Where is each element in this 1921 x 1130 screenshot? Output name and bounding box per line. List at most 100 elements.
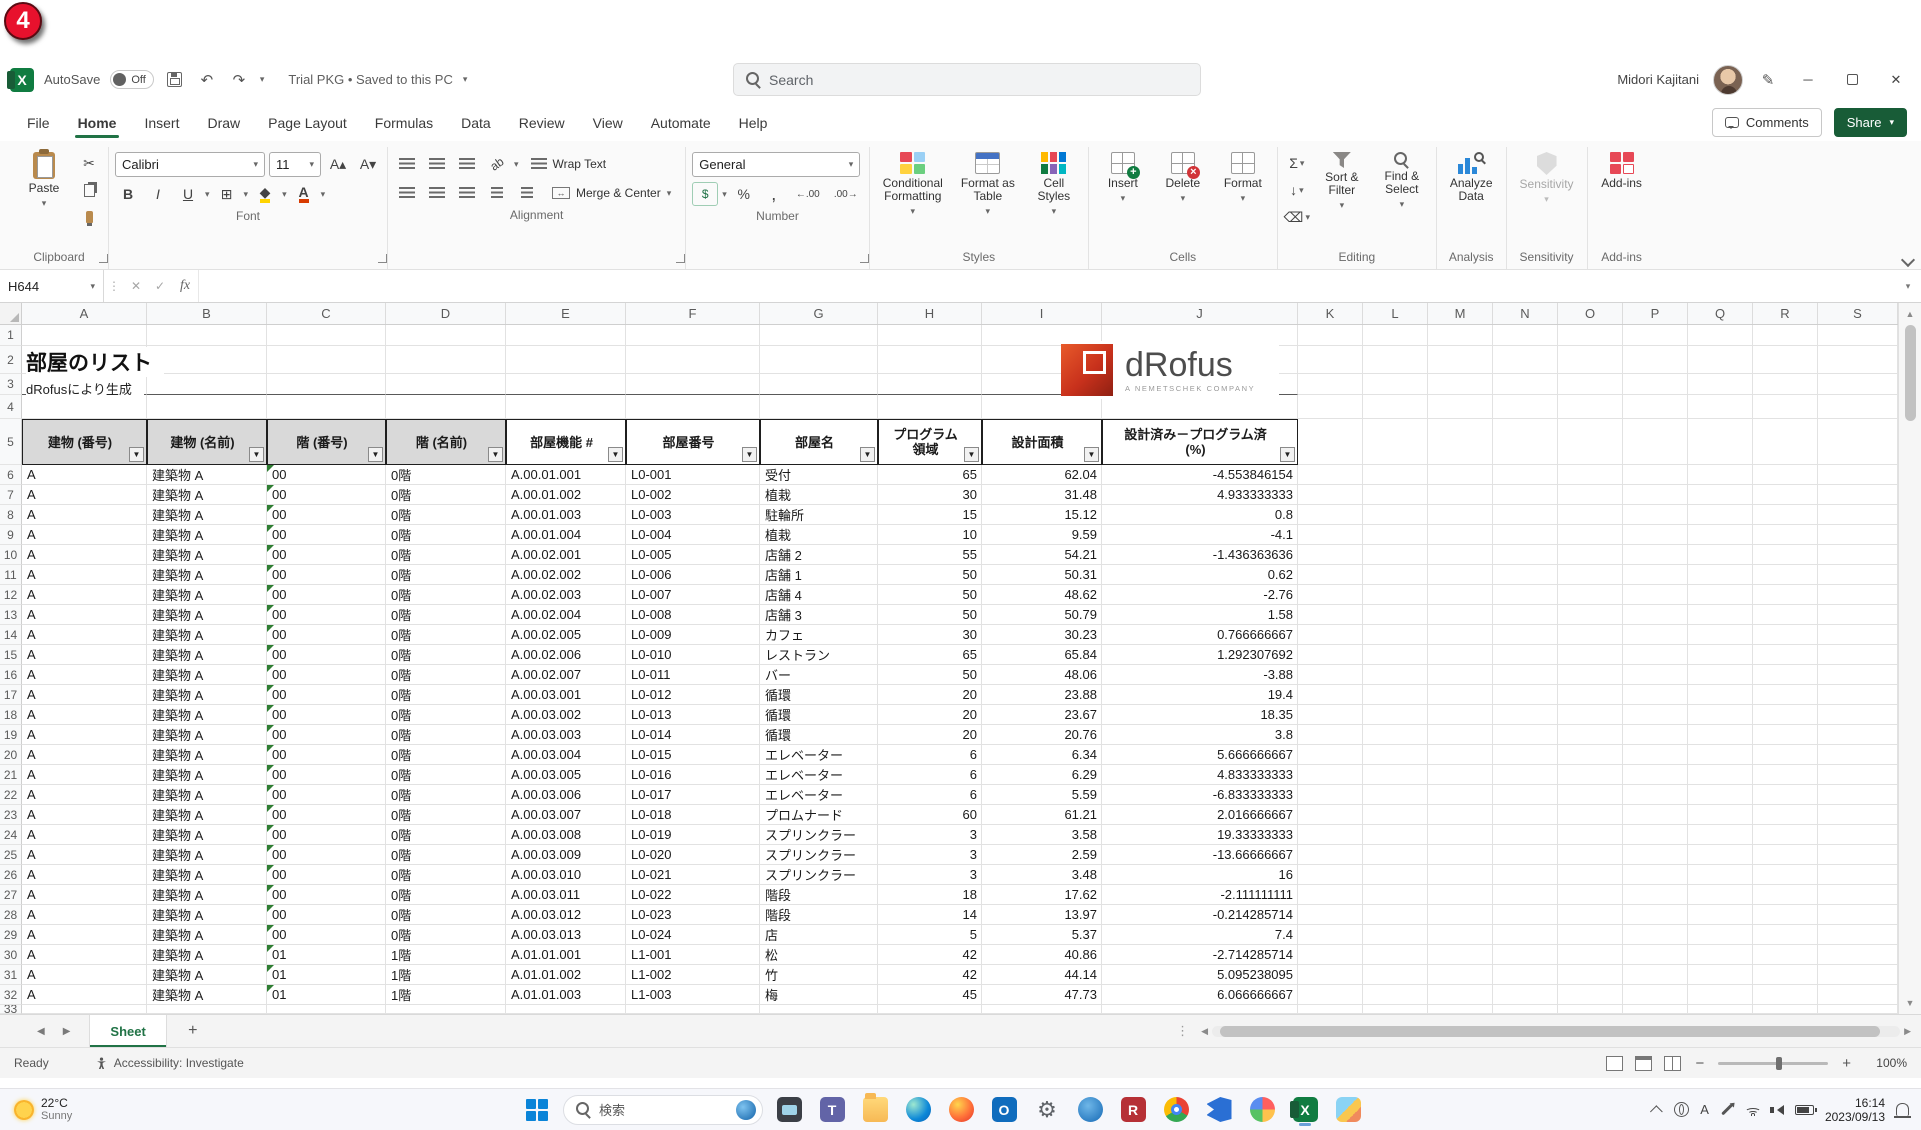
cell[interactable] — [1623, 545, 1688, 565]
formula-bar-expand-icon[interactable]: ▾ — [1895, 281, 1921, 292]
cell[interactable] — [1753, 945, 1818, 965]
cell[interactable] — [1298, 785, 1363, 805]
cell[interactable] — [386, 346, 506, 374]
add-sheet-button[interactable]: + — [181, 1019, 205, 1043]
cell[interactable]: 0階 — [386, 545, 506, 565]
cell[interactable] — [1493, 346, 1558, 374]
cell[interactable] — [1298, 395, 1363, 419]
tab-formulas[interactable]: Formulas — [362, 108, 446, 138]
fill-color-caret-icon[interactable]: ▾ — [282, 189, 287, 200]
cell[interactable]: 5 — [878, 925, 982, 945]
cell[interactable]: -13.66666667 — [1102, 845, 1298, 865]
column-header-I[interactable]: I — [982, 303, 1102, 324]
row-header-17[interactable]: 17 — [0, 685, 22, 705]
cell[interactable] — [1428, 745, 1493, 765]
cell[interactable]: 30 — [878, 485, 982, 505]
cell[interactable]: 00 — [267, 785, 386, 805]
clipboard-dialog-launcher[interactable] — [99, 254, 108, 263]
cell[interactable] — [1428, 765, 1493, 785]
cell[interactable] — [1558, 346, 1623, 374]
cell[interactable] — [1753, 485, 1818, 505]
cell[interactable]: L0-024 — [626, 925, 760, 945]
cell[interactable]: -4.553846154 — [1102, 465, 1298, 485]
align-top-button[interactable] — [394, 152, 420, 176]
cell[interactable]: 0階 — [386, 865, 506, 885]
cell[interactable] — [878, 374, 982, 395]
cell[interactable] — [1818, 665, 1898, 685]
cell[interactable]: 建築物 A — [147, 925, 267, 945]
cell[interactable] — [1363, 945, 1428, 965]
cell[interactable]: A — [22, 825, 147, 845]
close-button[interactable]: ✕ — [1881, 66, 1911, 94]
cell[interactable]: L0-019 — [626, 825, 760, 845]
cell[interactable] — [982, 1005, 1102, 1014]
cell[interactable]: 61.21 — [982, 805, 1102, 825]
cell[interactable] — [1623, 485, 1688, 505]
cell[interactable]: 00 — [267, 685, 386, 705]
cell[interactable] — [147, 1005, 267, 1014]
cell[interactable]: 建築物 A — [147, 865, 267, 885]
cell[interactable] — [1558, 925, 1623, 945]
cell[interactable]: 建築物 A — [147, 745, 267, 765]
cell[interactable]: 00 — [267, 925, 386, 945]
cell[interactable] — [1298, 765, 1363, 785]
cell[interactable] — [1493, 565, 1558, 585]
cell[interactable] — [1428, 785, 1493, 805]
cell[interactable]: A — [22, 745, 147, 765]
ribbon-collapse-icon[interactable] — [1901, 253, 1915, 267]
cell[interactable] — [1428, 905, 1493, 925]
borders-button[interactable]: ⊞ — [214, 182, 240, 206]
cell[interactable]: 16 — [1102, 865, 1298, 885]
cell[interactable]: 松 — [760, 945, 878, 965]
cell[interactable] — [1623, 374, 1688, 395]
cell[interactable] — [147, 374, 267, 395]
cell[interactable] — [1623, 925, 1688, 945]
cell[interactable]: 建築物 A — [147, 905, 267, 925]
cell[interactable] — [1493, 465, 1558, 485]
cell[interactable] — [626, 346, 760, 374]
number-format-combo[interactable]: General ▾ — [692, 152, 860, 177]
zoom-in-button[interactable]: + — [1840, 1055, 1853, 1072]
cancel-entry-button[interactable]: ✕ — [124, 279, 148, 293]
cell[interactable]: -2.714285714 — [1102, 945, 1298, 965]
cell[interactable]: L0-015 — [626, 745, 760, 765]
cell[interactable] — [1753, 346, 1818, 374]
cell[interactable] — [1493, 925, 1558, 945]
search-box[interactable]: Search — [733, 63, 1201, 96]
cell[interactable]: 0階 — [386, 585, 506, 605]
cell[interactable]: 設計済み－プログラム済 (%)▼ — [1102, 419, 1298, 465]
cell[interactable] — [1753, 745, 1818, 765]
cell[interactable] — [1753, 585, 1818, 605]
cell[interactable]: A — [22, 945, 147, 965]
cell[interactable]: A.00.03.012 — [506, 905, 626, 925]
comma-style-button[interactable]: , — [761, 182, 787, 206]
column-header-L[interactable]: L — [1363, 303, 1428, 324]
cell[interactable]: スプリンクラー — [760, 865, 878, 885]
cell[interactable] — [1102, 1005, 1298, 1014]
cell[interactable] — [1298, 825, 1363, 845]
cell[interactable] — [1558, 985, 1623, 1005]
analyze-data-button[interactable]: Analyze Data — [1443, 147, 1500, 208]
cell[interactable] — [1753, 419, 1818, 465]
cell[interactable]: 47.73 — [982, 985, 1102, 1005]
cell[interactable] — [1493, 945, 1558, 965]
cell[interactable]: 00 — [267, 905, 386, 925]
cell[interactable] — [1428, 665, 1493, 685]
cell[interactable] — [1623, 785, 1688, 805]
cell[interactable]: 40.86 — [982, 945, 1102, 965]
cell[interactable]: A — [22, 665, 147, 685]
cell[interactable] — [1363, 905, 1428, 925]
cell[interactable]: 5.59 — [982, 785, 1102, 805]
cell[interactable] — [1818, 785, 1898, 805]
name-box[interactable]: H644 ▾ — [0, 270, 104, 302]
underline-caret-icon[interactable]: ▾ — [205, 189, 210, 200]
cell[interactable] — [1753, 465, 1818, 485]
cell[interactable] — [1623, 825, 1688, 845]
cell[interactable] — [1753, 645, 1818, 665]
cell[interactable] — [1428, 825, 1493, 845]
cell[interactable] — [1428, 1005, 1493, 1014]
cell[interactable]: 00 — [267, 545, 386, 565]
cell[interactable]: 梅 — [760, 985, 878, 1005]
copy-button[interactable] — [76, 178, 102, 202]
cell[interactable] — [1753, 825, 1818, 845]
